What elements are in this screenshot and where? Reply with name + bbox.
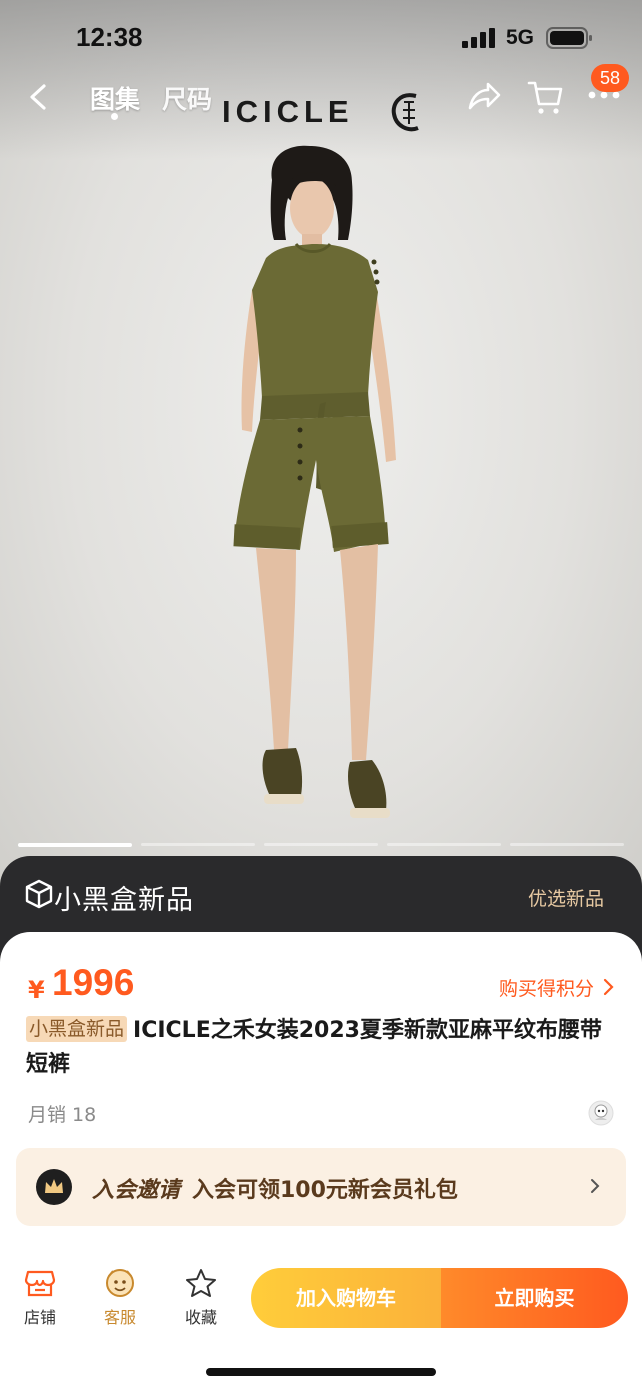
- member-invite-banner[interactable]: 入会邀请 入会可领100元新会员礼包: [16, 1148, 626, 1226]
- carousel-dot: [510, 843, 624, 846]
- member-offer-text: 入会可领100元新会员礼包: [192, 1178, 458, 1203]
- home-indicator: [206, 1368, 436, 1376]
- product-info-card: ¥ 1996 购买得积分 小黑盒新品 ICICLE之禾女装2023夏季新款亚麻平纹…: [0, 932, 642, 1262]
- carousel-indicator: [18, 843, 624, 847]
- tab-size[interactable]: 尺码: [162, 80, 212, 116]
- carousel-dot: [264, 843, 378, 846]
- carousel-dot: [18, 843, 132, 847]
- member-invite-tag: 入会邀请: [92, 1178, 181, 1203]
- store-label: 店铺: [23, 1308, 56, 1327]
- store-button[interactable]: 店铺: [10, 1268, 70, 1338]
- customer-service-button[interactable]: 客服: [90, 1268, 150, 1338]
- product-title: 小黑盒新品 ICICLE之禾女装2023夏季新款亚麻平纹布腰带短裤: [26, 1014, 616, 1082]
- brand-emblem-icon: [391, 93, 419, 132]
- service-label: 客服: [103, 1308, 136, 1327]
- carousel-dot: [141, 843, 255, 846]
- status-bar: 12:38 5G: [0, 0, 642, 70]
- tab-gallery[interactable]: 图集: [90, 80, 140, 116]
- status-time: 12:38: [76, 22, 143, 52]
- product-gallery[interactable]: [0, 0, 642, 900]
- buy-now-button[interactable]: 立即购买: [441, 1268, 628, 1328]
- bottom-action-bar: 店铺 客服 收藏 加入购物车 立即购买: [0, 1250, 642, 1389]
- share-icon[interactable]: [466, 80, 502, 114]
- promo-title: 小黑盒新品: [54, 885, 194, 916]
- currency-symbol: ¥: [28, 976, 45, 1004]
- active-tab-indicator: [111, 113, 118, 120]
- brand-logo: ICICLE: [222, 94, 354, 129]
- carousel-dot: [387, 843, 501, 846]
- product-tag: 小黑盒新品: [26, 1016, 128, 1042]
- network-type: 5G: [506, 26, 535, 49]
- store-icon: [24, 1270, 56, 1297]
- add-to-cart-button[interactable]: 加入购物车: [251, 1268, 441, 1328]
- message-count-badge: 58: [591, 64, 629, 92]
- cellular-signal-icon: [462, 28, 495, 48]
- chevron-right-icon: [591, 1179, 600, 1193]
- mascot-avatar-icon[interactable]: [588, 1100, 614, 1126]
- points-link[interactable]: 购买得积分: [499, 974, 594, 1001]
- crown-icon: [36, 1169, 72, 1205]
- cart-icon[interactable]: [526, 78, 564, 116]
- top-nav-bar: 图集 尺码 ICICLE 58: [0, 64, 642, 132]
- back-arrow-icon[interactable]: [22, 80, 56, 114]
- star-icon: [186, 1269, 216, 1297]
- chevron-right-icon[interactable]: [602, 978, 614, 996]
- favorite-label: 收藏: [184, 1308, 217, 1327]
- product-price: 1996: [52, 962, 135, 1003]
- monthly-sales: 月销 18: [28, 1104, 97, 1126]
- promo-subtitle: 优选新品: [527, 888, 604, 910]
- box-icon: [25, 879, 53, 909]
- customer-service-icon: [106, 1269, 134, 1297]
- product-photo: [233, 145, 396, 818]
- battery-icon: [546, 27, 592, 49]
- favorite-button[interactable]: 收藏: [171, 1268, 231, 1338]
